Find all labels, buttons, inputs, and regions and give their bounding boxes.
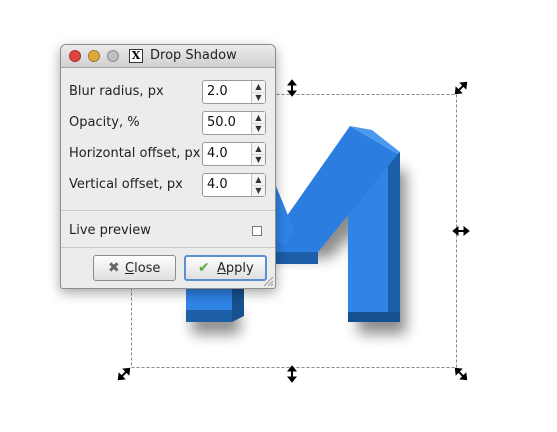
minimize-traffic-light[interactable] (88, 50, 100, 62)
spin-buttons: ▲ ▼ (251, 112, 265, 134)
live-preview-label: Live preview (69, 223, 151, 238)
opacity-spinbox[interactable]: 50.0 ▲ ▼ (202, 111, 266, 135)
section-divider (61, 247, 275, 248)
apply-check-icon: ✔ (198, 260, 210, 276)
resize-grip-icon[interactable] (262, 275, 274, 287)
scale-handle-icon[interactable] (452, 225, 470, 237)
apply-button[interactable]: ✔ Apply (184, 255, 267, 281)
zoom-traffic-light[interactable] (107, 50, 119, 62)
opacity-label: Opacity, % (69, 115, 140, 130)
dialog-title: Drop Shadow (150, 48, 237, 63)
vertical-offset-label: Vertical offset, px (69, 177, 183, 192)
vertical-offset-spinbox[interactable]: 4.0 ▲ ▼ (202, 173, 266, 197)
m-logo-left-leg-bottom (186, 310, 232, 322)
blur-radius-value[interactable]: 2.0 (207, 84, 228, 99)
scale-handle-icon[interactable] (453, 80, 470, 97)
spin-down-icon[interactable]: ▼ (252, 185, 265, 196)
horizontal-offset-spinbox[interactable]: 4.0 ▲ ▼ (202, 142, 266, 166)
scale-handle-icon[interactable] (286, 365, 298, 383)
spin-buttons: ▲ ▼ (251, 143, 265, 165)
live-preview-checkbox[interactable] (252, 226, 262, 236)
drop-shadow-dialog: X Drop Shadow Blur radius, px 2.0 ▲ ▼ Op… (60, 44, 276, 289)
close-traffic-light[interactable] (69, 50, 81, 62)
horizontal-offset-value[interactable]: 4.0 (207, 146, 228, 161)
scale-handle-icon[interactable] (286, 79, 298, 97)
blur-radius-label: Blur radius, px (69, 84, 164, 99)
spin-buttons: ▲ ▼ (251, 81, 265, 103)
horizontal-offset-label: Horizontal offset, px (69, 146, 201, 161)
blur-radius-spinbox[interactable]: 2.0 ▲ ▼ (202, 80, 266, 104)
spin-down-icon[interactable]: ▼ (252, 123, 265, 134)
apply-button-label: Apply (217, 261, 254, 276)
x11-app-icon: X (129, 49, 143, 63)
spin-down-icon[interactable]: ▼ (252, 92, 265, 103)
close-x-icon: ✖ (108, 260, 120, 276)
close-button-label: Close (125, 261, 161, 276)
m-logo-left-connector (232, 288, 244, 322)
scale-handle-icon[interactable] (453, 366, 470, 383)
m-logo-left-leg-front (186, 288, 232, 310)
opacity-value[interactable]: 50.0 (207, 115, 236, 130)
scale-handle-icon[interactable] (116, 366, 133, 383)
section-divider (61, 210, 275, 211)
spin-buttons: ▲ ▼ (251, 174, 265, 196)
m-logo-right-leg-bottom (348, 312, 400, 322)
spin-down-icon[interactable]: ▼ (252, 154, 265, 165)
dialog-titlebar[interactable]: X Drop Shadow (61, 45, 275, 68)
vertical-offset-value[interactable]: 4.0 (207, 177, 228, 192)
close-button[interactable]: ✖ Close (93, 255, 176, 281)
m-logo-diagonal-bottom (270, 252, 318, 264)
